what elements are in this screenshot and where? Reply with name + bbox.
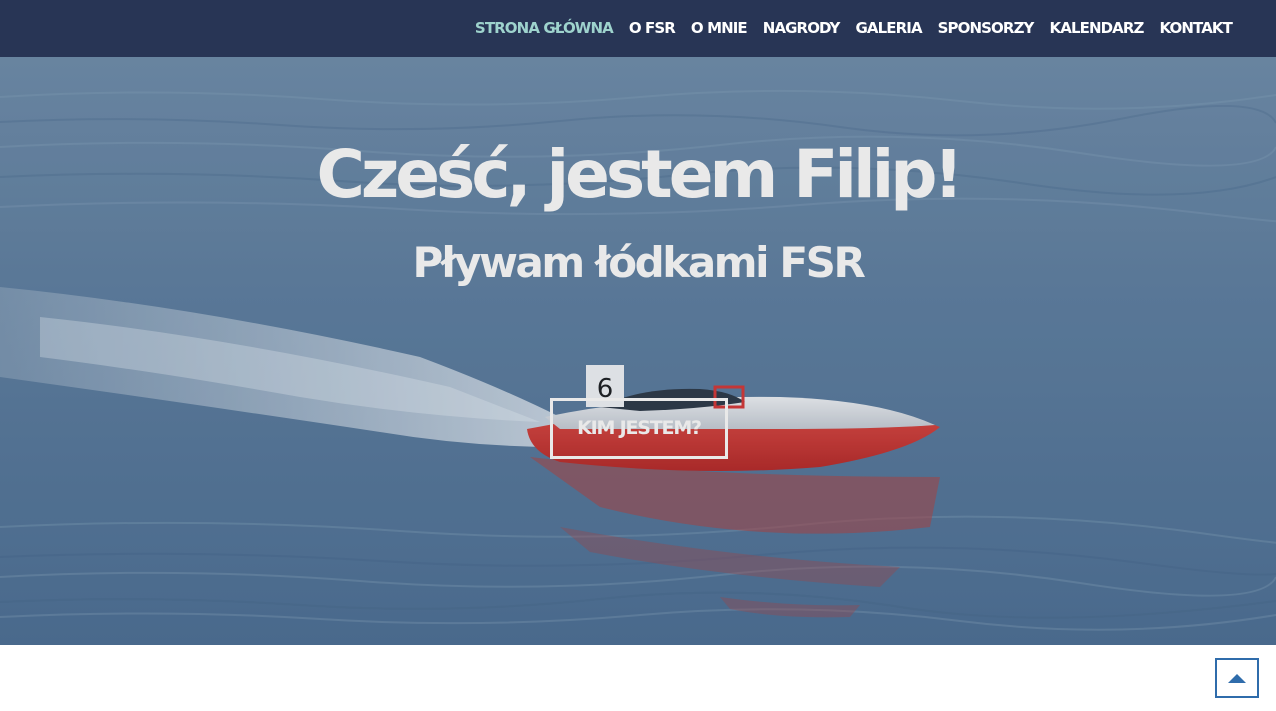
- nav-item-galeria[interactable]: GALERIA: [855, 0, 922, 57]
- back-to-top-button[interactable]: [1215, 658, 1259, 698]
- page-content-start: [0, 645, 1276, 711]
- nav-item-nagrody[interactable]: NAGRODY: [763, 0, 841, 57]
- nav-item-kontakt[interactable]: KONTAKT: [1160, 0, 1233, 57]
- hero-title: Cześć, jestem Filip!: [316, 136, 963, 213]
- hero-section: 6 Cześć, jestem Filip! Pływam łódkami FS…: [0, 57, 1276, 645]
- nav-item-strona-glowna[interactable]: STRONA GŁÓWNA: [475, 0, 614, 57]
- hero-subtitle: Pływam łódkami FSR: [412, 238, 866, 287]
- arrow-up-icon: [1228, 674, 1246, 683]
- nav-item-sponsorzy[interactable]: SPONSORZY: [938, 0, 1035, 57]
- main-menu: STRONA GŁÓWNA O FSR O MNIE NAGRODY GALER…: [475, 0, 1233, 57]
- nav-item-o-fsr[interactable]: O FSR: [629, 0, 676, 57]
- nav-item-kalendarz[interactable]: KALENDARZ: [1050, 0, 1145, 57]
- nav-item-o-mnie[interactable]: O MNIE: [691, 0, 748, 57]
- top-navbar: STRONA GŁÓWNA O FSR O MNIE NAGRODY GALER…: [0, 0, 1276, 57]
- kim-jestem-button[interactable]: KIM JESTEM?: [550, 398, 728, 459]
